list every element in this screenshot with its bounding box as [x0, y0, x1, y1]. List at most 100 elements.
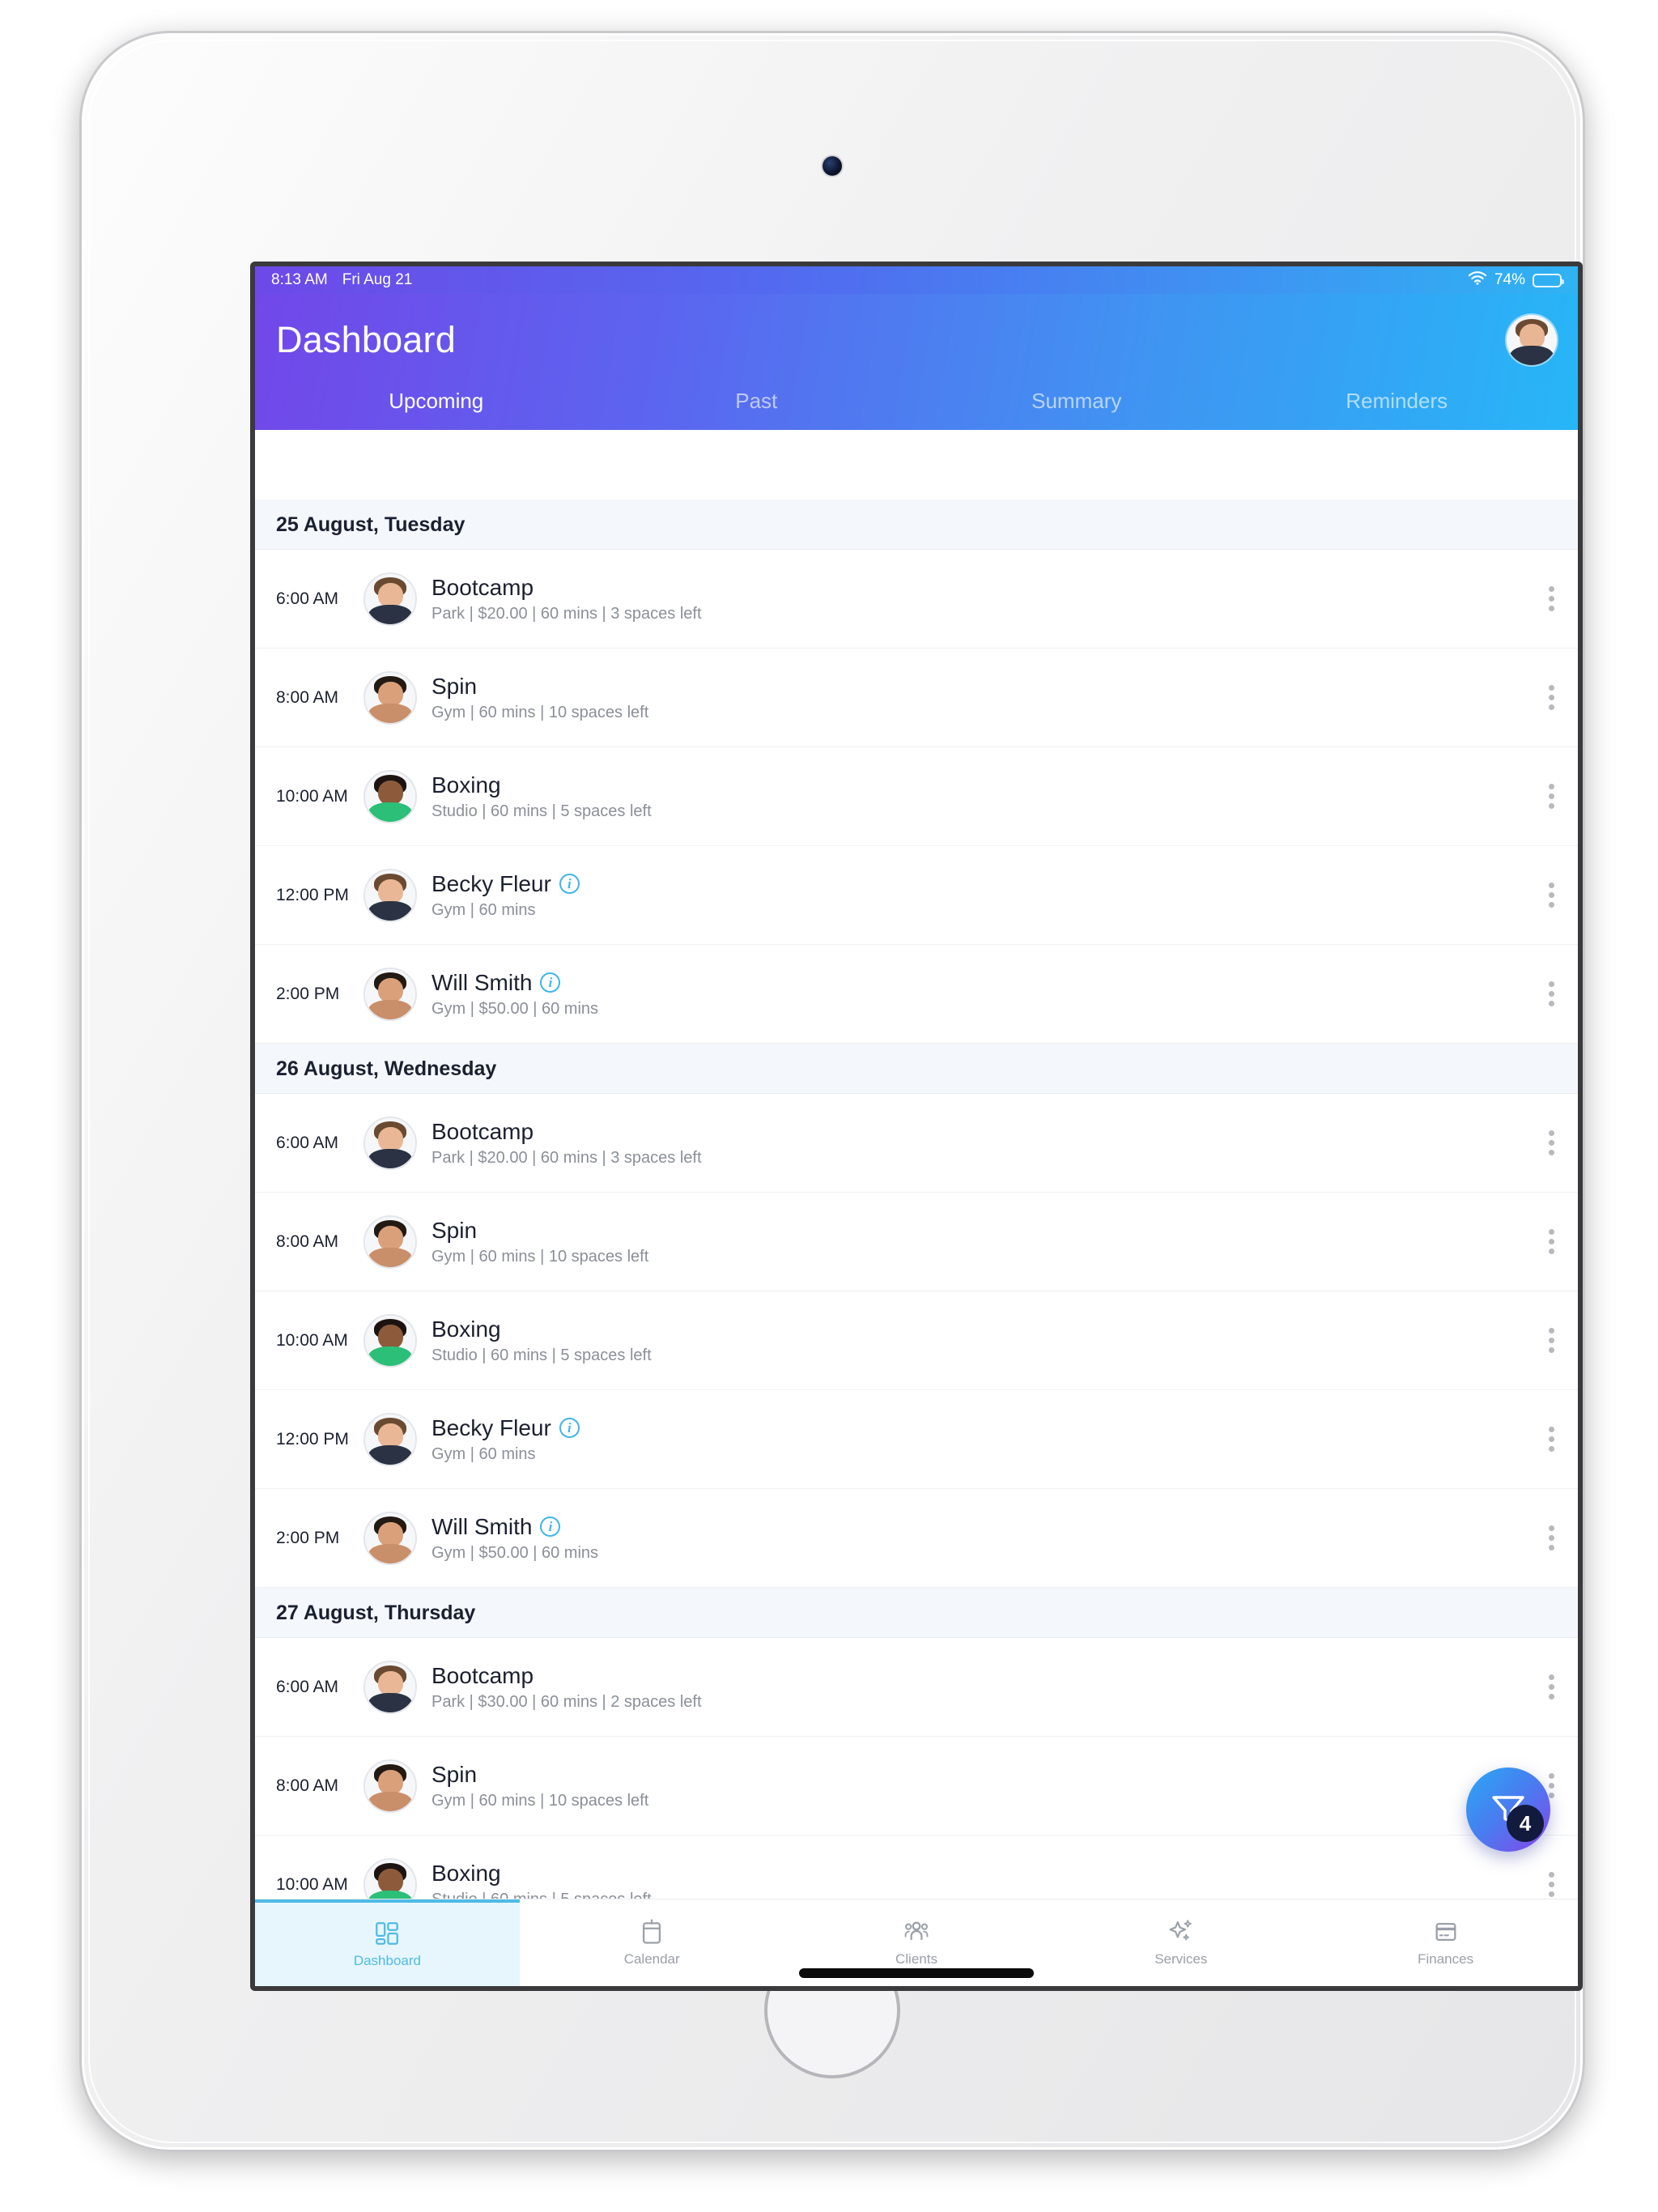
front-camera-icon	[823, 156, 842, 176]
event-avatar	[363, 1660, 417, 1714]
avatar-illustration	[365, 1760, 415, 1811]
avatar-illustration	[365, 1117, 415, 1168]
tab-item-label: Clients	[895, 1951, 937, 1967]
event-title-line: Spin	[432, 674, 1539, 700]
more-vertical-icon[interactable]	[1539, 1229, 1563, 1254]
event-details: Gym | 60 mins	[432, 900, 536, 919]
event-time: 12:00 PM	[276, 1429, 349, 1448]
more-vertical-icon[interactable]	[1539, 586, 1563, 611]
event-avatar	[363, 1214, 417, 1269]
event-title-line: Becky Fleur i	[432, 871, 1539, 897]
tab-item-label: Services	[1154, 1951, 1208, 1967]
event-avatar	[363, 1313, 417, 1368]
info-icon[interactable]: i	[540, 1516, 561, 1537]
more-vertical-icon[interactable]	[1539, 883, 1563, 908]
more-vertical-icon[interactable]	[1539, 1674, 1563, 1699]
more-vertical-icon[interactable]	[1539, 784, 1563, 809]
event-row[interactable]: 12:00 PM Becky Fleur i Gym | 60 mins	[255, 846, 1578, 945]
event-row[interactable]: 2:00 PM Will Smith i Gym | $50.00 | 60 mins	[255, 1489, 1578, 1588]
event-body: Boxing Studio | 60 mins | 5 spaces left	[432, 1317, 1539, 1365]
event-title: Spin	[432, 673, 478, 699]
event-avatar	[363, 868, 417, 922]
event-body: Bootcamp Park | $20.00 | 60 mins | 3 spac…	[432, 575, 1539, 623]
avatar-illustration	[365, 1661, 415, 1712]
avatar-illustration	[365, 968, 415, 1019]
event-time: 8:00 AM	[276, 1231, 339, 1251]
tab-item-label: Dashboard	[353, 1953, 421, 1968]
event-avatar	[363, 1116, 417, 1170]
avatar-illustration	[365, 1315, 415, 1366]
credit-card-icon	[1432, 1918, 1460, 1946]
tab-item-finances[interactable]: Finances	[1313, 1899, 1578, 1986]
event-details: Gym | $50.00 | 60 mins	[432, 999, 599, 1018]
agenda-list[interactable]: 25 August, Tuesday 6:00 AM Bootcamp Park | …	[255, 266, 1578, 1986]
event-avatar	[363, 1412, 417, 1466]
event-avatar	[363, 572, 417, 626]
event-time: 6:00 AM	[276, 589, 339, 608]
more-vertical-icon[interactable]	[1539, 685, 1563, 710]
avatar-illustration	[365, 1414, 415, 1465]
event-row[interactable]: 6:00 AM Bootcamp Park | $20.00 | 60 mins |…	[255, 1094, 1578, 1193]
event-title: Bootcamp	[432, 1118, 534, 1144]
event-row[interactable]: 6:00 AM Bootcamp Park | $20.00 | 60 mins |…	[255, 550, 1578, 649]
info-icon[interactable]: i	[559, 874, 580, 894]
avatar-illustration	[365, 771, 415, 822]
screen-bezel: 8:13 AM Fri Aug 21 74% Dashboard Upcomin…	[250, 262, 1583, 1991]
event-title: Boxing	[432, 772, 501, 798]
tab-item-services[interactable]: Services	[1048, 1899, 1313, 1986]
event-title-line: Spin	[432, 1762, 1539, 1788]
event-time: 10:00 AM	[276, 1330, 348, 1350]
event-title: Bootcamp	[432, 1662, 534, 1688]
avatar-illustration	[365, 573, 415, 624]
more-vertical-icon[interactable]	[1539, 1328, 1563, 1353]
info-icon[interactable]: i	[559, 1418, 580, 1438]
event-avatar	[363, 769, 417, 823]
event-time: 2:00 PM	[276, 984, 340, 1003]
event-body: Will Smith i Gym | $50.00 | 60 mins	[432, 1514, 1539, 1563]
event-body: Spin Gym | 60 mins | 10 spaces left	[432, 1218, 1539, 1266]
event-body: Becky Fleur i Gym | 60 mins	[432, 1415, 1539, 1464]
event-title: Boxing	[432, 1316, 501, 1342]
home-indicator	[799, 1968, 1034, 1978]
event-title: Boxing	[432, 1860, 501, 1886]
event-title-line: Spin	[432, 1218, 1539, 1244]
event-title-line: Bootcamp	[432, 575, 1539, 601]
more-vertical-icon[interactable]	[1539, 1427, 1563, 1452]
event-time: 8:00 AM	[276, 687, 339, 707]
event-title: Bootcamp	[432, 574, 534, 600]
event-time: 10:00 AM	[276, 1874, 348, 1894]
info-icon[interactable]: i	[540, 972, 561, 993]
event-row[interactable]: 10:00 AM Boxing Studio | 60 mins | 5 space…	[255, 747, 1578, 846]
event-title: Will Smith	[432, 1513, 533, 1539]
tab-item-calendar[interactable]: Calendar	[520, 1899, 784, 1986]
event-avatar	[363, 670, 417, 725]
event-body: Bootcamp Park | $20.00 | 60 mins | 3 spac…	[432, 1119, 1539, 1168]
event-row[interactable]: 6:00 AM Bootcamp Park | $30.00 | 60 mins |…	[255, 1638, 1578, 1737]
event-row[interactable]: 8:00 AM Spin Gym | 60 mins | 10 spaces lef…	[255, 1193, 1578, 1291]
avatar-illustration	[365, 1512, 415, 1563]
more-vertical-icon[interactable]	[1539, 1525, 1563, 1551]
tab-item-label: Calendar	[623, 1951, 680, 1967]
more-vertical-icon[interactable]	[1539, 1130, 1563, 1155]
event-row[interactable]: 12:00 PM Becky Fleur i Gym | 60 mins	[255, 1390, 1578, 1489]
more-vertical-icon[interactable]	[1539, 981, 1563, 1006]
event-body: Becky Fleur i Gym | 60 mins	[432, 871, 1539, 920]
filter-fab-button[interactable]: 4	[1466, 1767, 1550, 1852]
app-screen: 8:13 AM Fri Aug 21 74% Dashboard Upcomin…	[255, 266, 1578, 1986]
event-details: Park | $20.00 | 60 mins | 3 spaces left	[432, 1148, 702, 1167]
event-row[interactable]: 8:00 AM Spin Gym | 60 mins | 10 spaces lef…	[255, 1737, 1578, 1836]
event-title: Spin	[432, 1217, 478, 1243]
event-details: Gym | $50.00 | 60 mins	[432, 1543, 599, 1562]
tab-item-dashboard[interactable]: Dashboard	[255, 1899, 520, 1986]
event-row[interactable]: 8:00 AM Spin Gym | 60 mins | 10 spaces lef…	[255, 649, 1578, 747]
event-time: 8:00 AM	[276, 1776, 339, 1795]
event-title-line: Becky Fleur i	[432, 1415, 1539, 1441]
event-title-line: Bootcamp	[432, 1663, 1539, 1689]
event-time: 6:00 AM	[276, 1677, 339, 1696]
event-row[interactable]: 2:00 PM Will Smith i Gym | $50.00 | 60 mins	[255, 945, 1578, 1044]
event-title: Spin	[432, 1761, 478, 1787]
event-row[interactable]: 10:00 AM Boxing Studio | 60 mins | 5 space…	[255, 1291, 1578, 1390]
event-title-line: Bootcamp	[432, 1119, 1539, 1145]
event-body: Spin Gym | 60 mins | 10 spaces left	[432, 674, 1539, 722]
more-vertical-icon[interactable]	[1539, 1872, 1563, 1897]
